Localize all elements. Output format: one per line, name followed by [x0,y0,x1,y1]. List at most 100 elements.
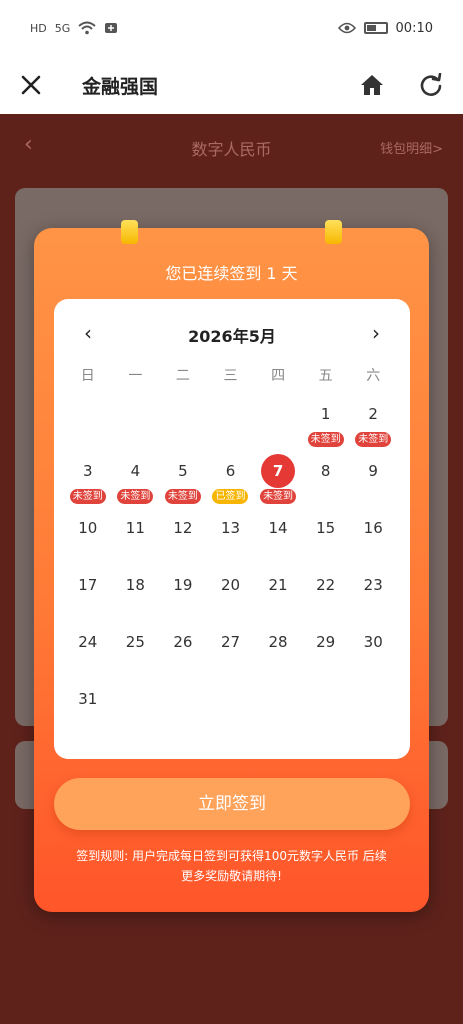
empty-cell [254,397,302,454]
calendar-day[interactable]: 23 [349,568,397,625]
battery-icon [363,22,388,34]
day-number: 28 [268,633,288,651]
top-nav: 金融强国 [0,56,463,114]
day-number: 26 [173,633,193,651]
calendar-day[interactable]: 3 未签到 [64,454,112,511]
calendar-day[interactable]: 21 [254,568,302,625]
day-number: 19 [173,576,193,594]
next-month-button[interactable]: › [372,321,380,345]
weekday-row: 日一二三四五六 [64,365,397,385]
day-number: 1 [320,405,331,423]
weekday-label: 日 [80,368,95,384]
weekday-label: 六 [366,368,381,384]
clock: 00:10 [395,20,433,36]
calendar-day[interactable]: 6 已签到 [207,454,255,511]
day-number: 31 [78,690,98,708]
day-number: 13 [220,519,241,537]
signin-modal: 您已连续签到 1 天 ‹ 2026年5月 › 日一二三四五六 1 未签到 2 未签到 3… [34,220,429,912]
streak-text: 您已连续签到 1 天 [165,264,298,283]
calendar-day[interactable]: 30 [349,625,397,682]
calendar-day[interactable]: 14 [254,511,302,568]
day-number: 18 [125,576,145,594]
calendar-day[interactable]: 12 [159,511,207,568]
calendar: ‹ 2026年5月 › 日 一 二 三 四 五 六 1 未签到 2 未签到 3 未签到 4 未签到 5 未签到… [54,299,410,759]
unsigned-badge: 未签到 [69,489,106,504]
empty-cell [159,397,207,454]
status-bar: HD 5G 00:10 [0,0,463,56]
day-number: 20 [220,576,241,594]
day-number: 14 [268,519,288,537]
wifi-icon [78,21,96,35]
day-number: 6 [225,462,236,480]
day-number: 22 [316,576,336,594]
day-number: 5 [178,462,188,480]
background-header: ‹ 数字人民币 钱包明细> [0,132,463,162]
sign-in-button[interactable]: 立即签到 [54,778,410,830]
calendar-day[interactable]: 15 [302,511,350,568]
day-grid: 1 未签到 2 未签到 3 未签到 4 未签到 5 未签到 6 已签到 7 未签到 8 9 10 11 12 13 14… [64,397,397,739]
day-number: 10 [78,519,98,537]
calendar-day[interactable]: 1 未签到 [302,397,350,454]
calendar-day[interactable]: 7 未签到 [254,454,302,511]
calendar-header: ‹ 2026年5月 › [54,321,410,346]
wallet-detail-link: 钱包明细> [380,142,443,157]
calendar-day[interactable]: 11 [112,511,160,568]
calendar-day[interactable]: 18 [112,568,160,625]
calendar-day[interactable]: 2 未签到 [349,397,397,454]
weekday-label: 三 [223,368,238,384]
signal-icon: 5G [54,21,71,35]
calendar-day[interactable]: 25 [112,625,160,682]
home-icon[interactable] [359,73,385,97]
refresh-icon[interactable] [419,73,443,97]
day-number: 25 [125,633,145,651]
notification-icon [105,23,118,33]
unsigned-badge: 未签到 [260,489,297,504]
calendar-day[interactable]: 31 [64,682,112,739]
rule-line-1: 签到规则: 用户完成每日签到可获得100元数字人民币 后续 [76,849,387,863]
modal-clip-left [121,220,138,244]
today-day-number: 7 [261,454,296,488]
sign-in-rules: 签到规则: 用户完成每日签到可获得100元数字人民币 后续 更多奖励敬请期待! [50,846,413,886]
month-label: 2026年5月 [188,327,276,346]
calendar-day[interactable]: 17 [64,568,112,625]
day-number: 3 [83,462,93,480]
unsigned-badge: 未签到 [164,489,201,504]
day-number: 12 [173,519,193,537]
calendar-day[interactable]: 20 [207,568,255,625]
day-number: 2 [368,405,378,423]
eye-icon [337,22,356,34]
day-number: 29 [316,633,336,651]
day-number: 30 [363,633,383,651]
day-number: 23 [363,576,383,594]
calendar-day[interactable]: 8 [302,454,350,511]
rule-line-2: 更多奖励敬请期待! [181,869,282,883]
day-number: 11 [125,519,145,537]
calendar-day[interactable]: 26 [159,625,207,682]
calendar-day[interactable]: 16 [349,511,397,568]
day-number: 24 [78,633,98,651]
empty-cell [207,397,255,454]
calendar-day[interactable]: 27 [207,625,255,682]
day-number: 15 [316,519,336,537]
empty-cell [64,397,112,454]
weekday-label: 二 [175,368,190,384]
hd-icon: HD [30,21,47,35]
calendar-day[interactable]: 29 [302,625,350,682]
day-number: 16 [363,519,383,537]
day-number: 21 [268,576,288,594]
calendar-day[interactable]: 13 [207,511,255,568]
weekday-label: 四 [271,368,286,384]
calendar-day[interactable]: 9 [349,454,397,511]
calendar-day[interactable]: 5 未签到 [159,454,207,511]
day-number: 17 [78,576,98,594]
calendar-day[interactable]: 24 [64,625,112,682]
close-icon[interactable] [20,74,42,96]
calendar-day[interactable]: 19 [159,568,207,625]
calendar-day[interactable]: 10 [64,511,112,568]
calendar-day[interactable]: 4 未签到 [112,454,160,511]
calendar-day[interactable]: 22 [302,568,350,625]
calendar-day[interactable]: 28 [254,625,302,682]
modal-clip-right [325,220,342,244]
unsigned-badge: 未签到 [307,432,344,447]
unsigned-badge: 未签到 [355,432,392,447]
